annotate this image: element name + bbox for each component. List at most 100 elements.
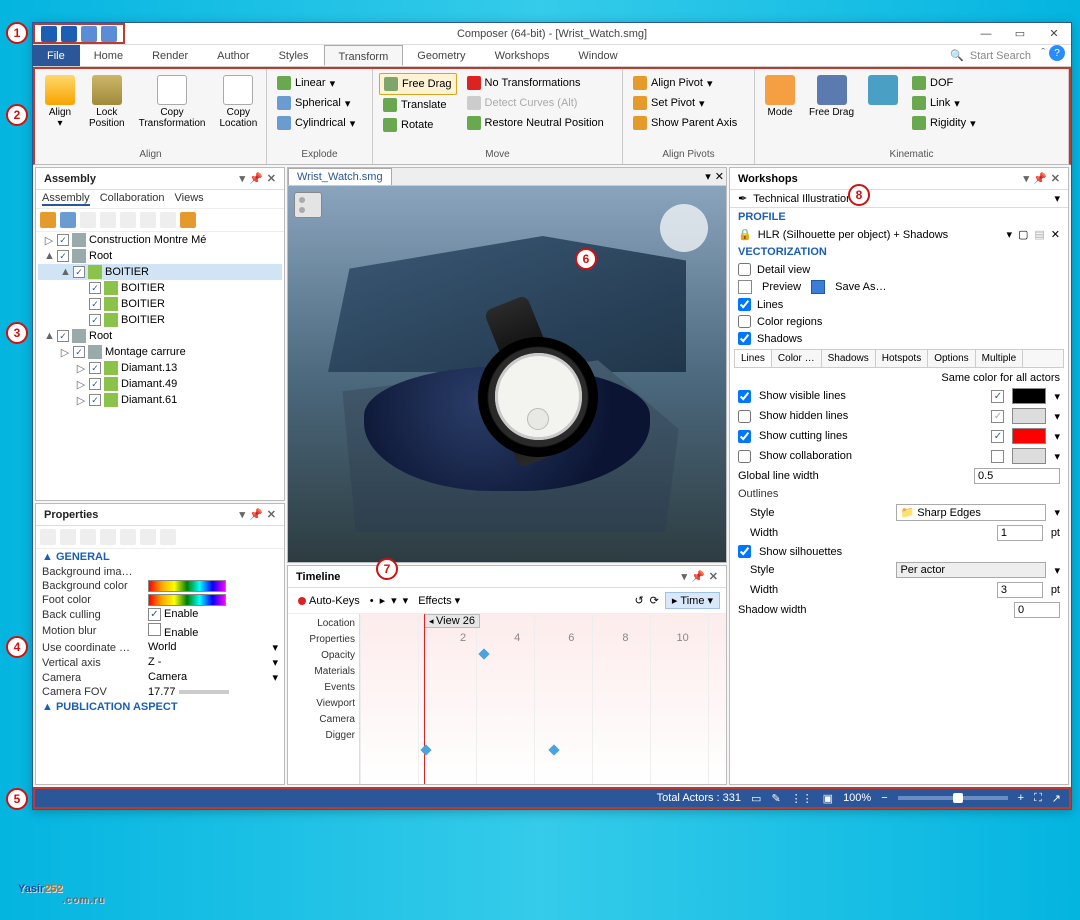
expand-icon[interactable]: ↗ [1052, 792, 1061, 805]
tab-home[interactable]: Home [80, 45, 138, 66]
global-line-width-input[interactable] [974, 468, 1060, 484]
show-hidden-check[interactable] [738, 410, 751, 423]
set-pivot-button[interactable]: Set Pivot ▾ [629, 93, 741, 113]
new-profile-icon[interactable]: ▢ [1018, 228, 1028, 241]
viewport-canvas[interactable] [288, 186, 726, 562]
tab-workshops[interactable]: Workshops [481, 45, 565, 66]
same-color-check[interactable]: ✓ [991, 410, 1004, 423]
explode-cylindrical[interactable]: Cylindrical ▾ [273, 113, 359, 133]
keyframe[interactable] [548, 744, 559, 755]
close-panel-icon[interactable]: ✕ [1051, 172, 1060, 185]
tool-icon[interactable]: ▸ [380, 594, 386, 607]
dropdown-icon[interactable]: ▾ [1054, 192, 1060, 205]
tool-icon[interactable] [40, 529, 56, 545]
status-icon[interactable]: ⋮⋮ [791, 792, 813, 805]
mode-button[interactable]: Mode [761, 73, 799, 120]
subtab-assembly[interactable]: Assembly [42, 192, 90, 206]
silhouette-width-input[interactable] [997, 582, 1043, 598]
dropdown-icon[interactable]: ▾ [1024, 172, 1030, 185]
saveas-button[interactable]: Save As… [835, 281, 886, 293]
property-row[interactable]: Use coordinate …World ▾ [36, 640, 284, 655]
kine-drag-icon[interactable] [864, 73, 902, 109]
subtab-views[interactable]: Views [175, 192, 204, 206]
tab-transform[interactable]: Transform [324, 45, 404, 66]
tool-icon[interactable]: ⟳ [650, 594, 659, 607]
outline-style-select[interactable]: 📁 Sharp Edges [896, 504, 1046, 521]
tab-multiple[interactable]: Multiple [976, 350, 1023, 367]
tool-icon[interactable]: • [370, 595, 374, 607]
zoom-in-button[interactable]: + [1018, 792, 1024, 804]
same-color-check[interactable]: ✓ [991, 430, 1004, 443]
time-mode-button[interactable]: ▸ Time ▾ [665, 592, 720, 609]
tool-icon[interactable] [60, 212, 76, 228]
zoom-out-button[interactable]: − [881, 792, 887, 804]
status-icon[interactable]: ▣ [823, 792, 833, 805]
tab-lines[interactable]: Lines [735, 350, 772, 367]
kine-free-drag-button[interactable]: Free Drag [805, 73, 858, 120]
tab-window[interactable]: Window [564, 45, 632, 66]
explode-linear[interactable]: Linear ▾ [273, 73, 359, 93]
tool-icon[interactable] [160, 529, 176, 545]
tool-icon[interactable] [180, 212, 196, 228]
property-row[interactable]: CameraCamera ▾ [36, 670, 284, 685]
fit-icon[interactable]: ⛶ [1034, 792, 1042, 805]
assembly-tree[interactable]: ▷✓Construction Montre Mé▲✓Root▲✓BOITIER✓… [36, 232, 284, 500]
tool-icon[interactable]: ↺ [634, 594, 643, 607]
restore-neutral-button[interactable]: Restore Neutral Position [463, 113, 608, 133]
tool-icon[interactable] [80, 529, 96, 545]
explode-spherical[interactable]: Spherical ▾ [273, 93, 359, 113]
property-row[interactable]: Vertical axisZ - ▾ [36, 655, 284, 670]
tree-node[interactable]: ▲✓BOITIER [38, 264, 282, 280]
hidden-color-swatch[interactable] [1012, 408, 1046, 424]
profile-action-icon[interactable]: ▤ [1034, 228, 1044, 241]
tree-node[interactable]: ▷✓Montage carrure [38, 344, 282, 360]
tree-node[interactable]: ✓BOITIER [38, 280, 282, 296]
dropdown-icon[interactable]: ▾ [240, 508, 246, 521]
color-regions-check[interactable] [738, 315, 751, 328]
tool-icon[interactable] [160, 212, 176, 228]
viewport[interactable]: Wrist_Watch.smg ▾✕ [287, 167, 727, 563]
keyframe[interactable] [420, 744, 431, 755]
dof-button[interactable]: DOF [908, 73, 980, 93]
lock-position-button[interactable]: Lock Position [85, 73, 129, 131]
tool-icon[interactable] [100, 529, 116, 545]
copy-location-button[interactable]: Copy Location [215, 73, 261, 131]
tree-node[interactable]: ▷✓Diamant.61 [38, 392, 282, 408]
tab-file[interactable]: File [33, 45, 80, 66]
tool-icon[interactable] [120, 529, 136, 545]
zoom-slider[interactable] [898, 796, 1008, 800]
rotate-button[interactable]: Rotate [379, 115, 457, 135]
property-row[interactable]: Camera FOV17.77 [36, 685, 284, 699]
align-button[interactable]: Align▾ [41, 73, 79, 131]
timeline-grid[interactable]: ◂ View 26 246810 [360, 614, 726, 784]
tab-geometry[interactable]: Geometry [403, 45, 480, 66]
tab-author[interactable]: Author [203, 45, 264, 66]
link-button[interactable]: Link ▾ [908, 93, 980, 113]
lines-check[interactable] [738, 298, 751, 311]
help-icon[interactable]: ? [1049, 45, 1065, 61]
collab-color-swatch[interactable] [1012, 448, 1046, 464]
close-panel-icon[interactable]: ✕ [267, 172, 276, 185]
rigidity-button[interactable]: Rigidity ▾ [908, 113, 980, 133]
minimize-button[interactable]: — [969, 23, 1003, 45]
property-row[interactable]: Foot color [36, 593, 284, 607]
tool-icon[interactable]: ▾ [391, 594, 397, 607]
shadow-width-input[interactable] [1014, 602, 1060, 618]
close-panel-icon[interactable]: ✕ [267, 508, 276, 521]
property-row[interactable]: Background color [36, 579, 284, 593]
show-visible-check[interactable] [738, 390, 751, 403]
property-row[interactable]: Motion blur Enable [36, 622, 284, 640]
tree-node[interactable]: ▲✓Root [38, 248, 282, 264]
tool-icon[interactable] [60, 529, 76, 545]
profile-select[interactable]: HLR (Silhouette per object) + Shadows [758, 229, 1001, 241]
cutting-color-swatch[interactable] [1012, 428, 1046, 444]
tab-render[interactable]: Render [138, 45, 203, 66]
tree-node[interactable]: ✓BOITIER [38, 312, 282, 328]
same-color-check[interactable]: ✓ [991, 390, 1004, 403]
tool-icon[interactable] [140, 529, 156, 545]
timeline-tracks[interactable]: LocationPropertiesOpacityMaterialsEvents… [288, 614, 726, 784]
property-row[interactable]: Back culling✓ Enable [36, 607, 284, 622]
visible-color-swatch[interactable] [1012, 388, 1046, 404]
keyframe[interactable] [478, 648, 489, 659]
pin-icon[interactable]: 📌 [249, 172, 263, 185]
